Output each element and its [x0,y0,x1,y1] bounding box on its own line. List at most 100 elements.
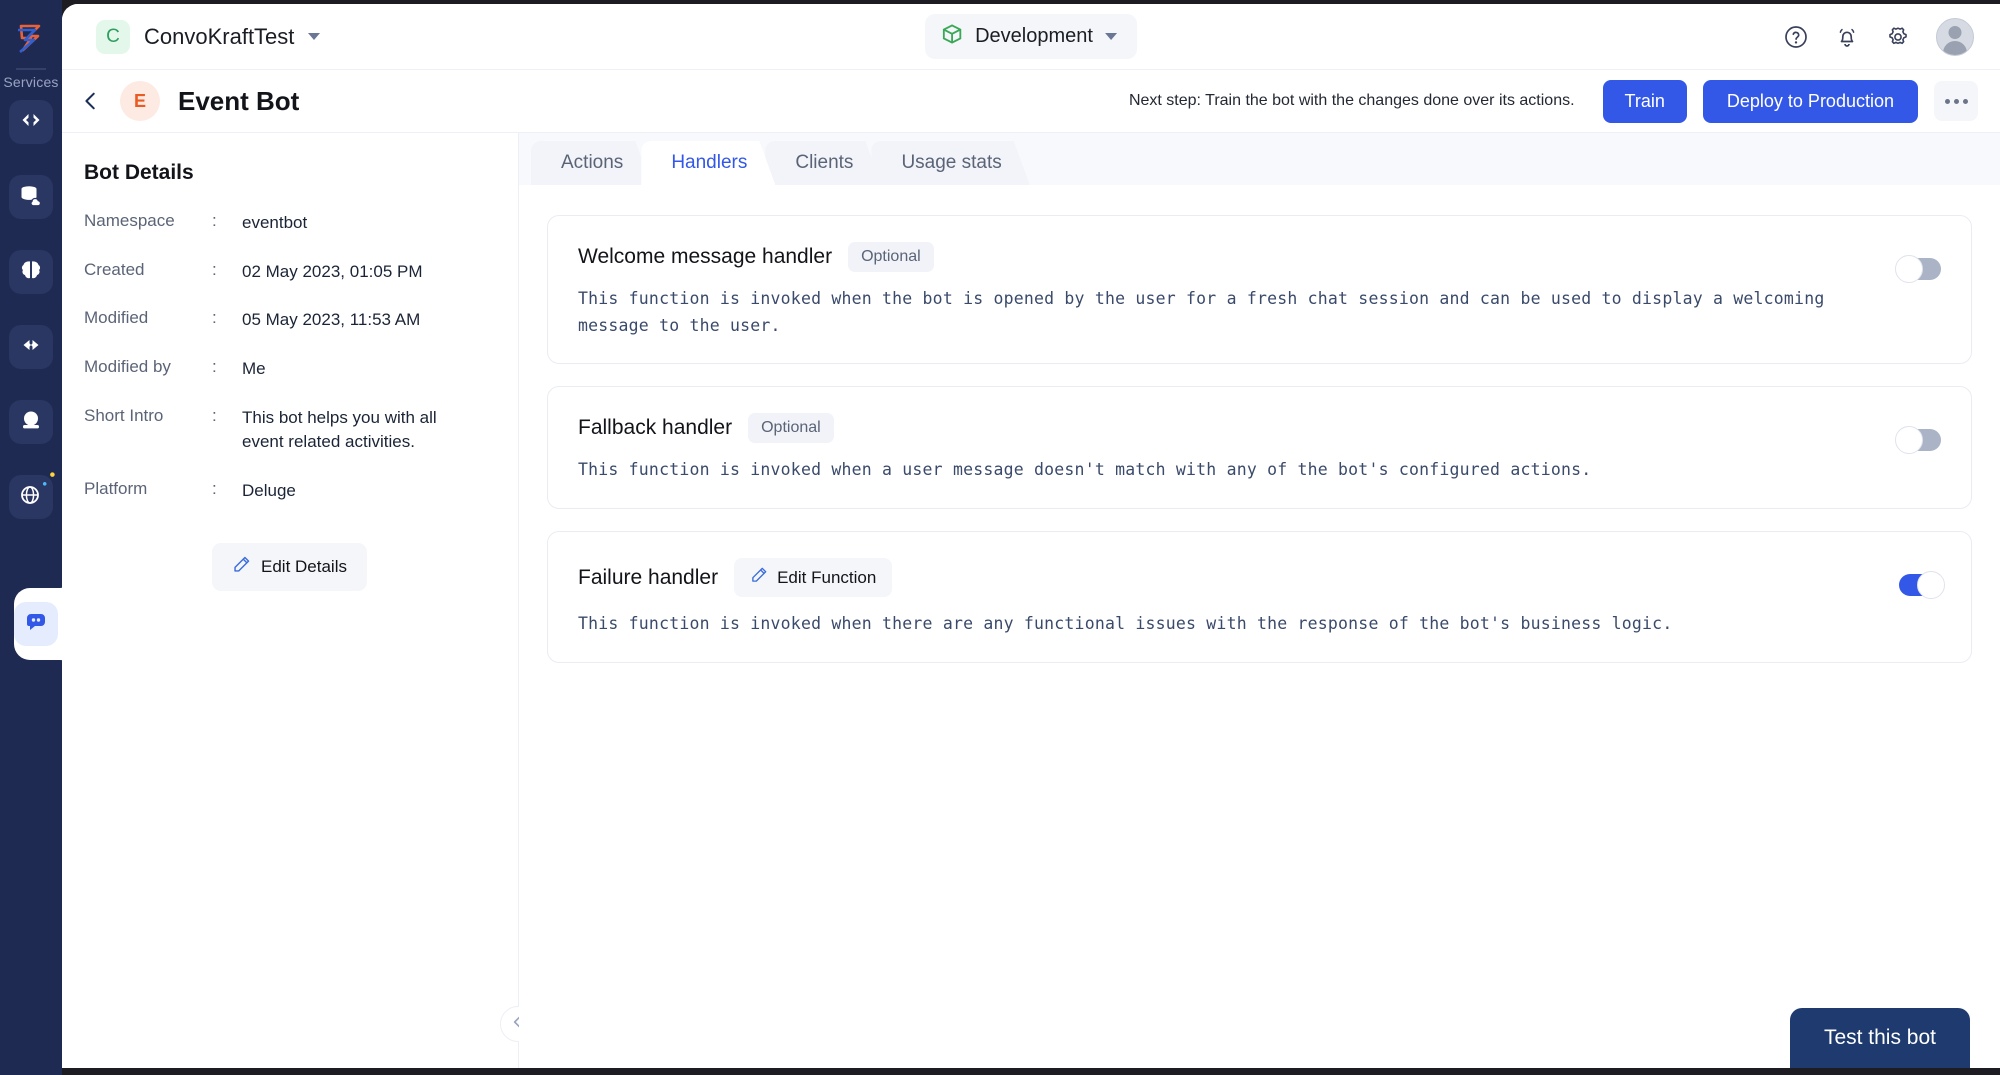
detail-value: 02 May 2023, 01:05 PM [242,260,423,285]
detail-value: Me [242,357,266,382]
bot-details-panel: Bot Details Namespace : eventbot Created… [62,133,519,1068]
sidebar-item-predictions[interactable] [9,400,53,444]
status-badge: Optional [748,413,834,443]
toggle-knob [1895,255,1923,283]
pencil-icon [232,555,251,579]
status-badge: Optional [848,242,934,272]
active-item-chip [14,602,58,646]
tab-label: Handlers [671,152,747,174]
handler-title-row: Fallback handler Optional [578,413,1875,443]
left-rail: Services [0,0,62,1075]
convokraft-logo-icon[interactable] [8,14,54,62]
detail-colon: : [212,357,242,377]
pencil-icon [750,566,768,589]
rail-divider [16,68,46,70]
detail-label: Modified by [84,357,212,377]
tab-clients[interactable]: Clients [765,141,881,185]
handler-card-failure: Failure handler Edit Function [547,531,1972,663]
edit-details-button[interactable]: Edit Details [212,543,367,591]
top-bar: C ConvoKraftTest Development [62,4,2000,70]
page-body: Bot Details Namespace : eventbot Created… [62,133,2000,1068]
detail-label: Short Intro [84,406,212,426]
handler-card-body: Welcome message handler Optional This fu… [578,242,1875,339]
chat-bubble-icon [23,609,49,640]
handler-card-body: Fallback handler Optional This function … [578,413,1875,484]
content-area: Actions Handlers Clients Usage stats [519,133,2000,1068]
handlers-panel: Welcome message handler Optional This fu… [519,185,2000,1068]
tab-actions[interactable]: Actions [531,141,651,185]
edit-details-label: Edit Details [261,557,347,577]
bell-icon[interactable] [1834,24,1860,50]
database-cloud-icon [18,182,44,213]
detail-value: This bot helps you with all event relate… [242,406,482,455]
detail-row-created: Created : 02 May 2023, 01:05 PM [84,260,518,285]
toggle-knob [1895,426,1923,454]
handler-description: This function is invoked when a user mes… [578,457,1873,484]
sidebar-item-datastore[interactable] [9,175,53,219]
globe-sparkle-icon [18,482,44,513]
tab-label: Clients [795,152,853,174]
page-title: Event Bot [178,86,299,117]
handler-toggle-welcome[interactable] [1899,258,1941,280]
deploy-to-production-button[interactable]: Deploy to Production [1703,80,1918,123]
sidebar-item-bots[interactable] [0,588,62,660]
tab-usage-stats[interactable]: Usage stats [871,141,1029,185]
rail-services-label: Services [3,74,58,90]
next-step-message: Next step: Train the bot with the change… [1129,92,1575,110]
handler-toggle-failure[interactable] [1899,574,1941,596]
chevron-down-icon [1105,33,1117,40]
handler-title: Welcome message handler [578,245,832,269]
org-switcher[interactable]: C ConvoKraftTest [96,20,320,54]
screen: Services [0,0,2000,1075]
page-header-actions: Next step: Train the bot with the change… [1129,80,1978,123]
detail-row-namespace: Namespace : eventbot [84,211,518,236]
handler-title-row: Welcome message handler Optional [578,242,1875,272]
sidebar-item-code[interactable] [9,100,53,144]
train-button[interactable]: Train [1603,80,1687,123]
tab-label: Usage stats [901,152,1001,174]
help-circle-icon[interactable] [1783,24,1809,50]
sidebar-item-genai[interactable] [9,475,53,519]
link-nodes-icon [18,332,44,363]
org-badge: C [96,20,130,54]
avatar[interactable] [1936,18,1974,56]
back-button[interactable] [78,88,104,114]
detail-value: eventbot [242,211,307,236]
environment-label: Development [975,25,1093,48]
handler-card-welcome: Welcome message handler Optional This fu… [547,215,1972,364]
test-this-bot-button[interactable]: Test this bot [1790,1008,1970,1068]
topbar-actions [1783,18,1974,56]
detail-label: Platform [84,479,212,499]
detail-colon: : [212,479,242,499]
handler-toggle-fallback[interactable] [1899,429,1941,451]
detail-value: Deluge [242,479,296,504]
tab-label: Actions [561,152,623,174]
detail-row-platform: Platform : Deluge [84,479,518,504]
chevron-down-icon [308,33,320,40]
detail-row-short-intro: Short Intro : This bot helps you with al… [84,406,518,455]
detail-label: Namespace [84,211,212,231]
tab-bar: Actions Handlers Clients Usage stats [519,133,2000,185]
detail-colon: : [212,406,242,426]
tab-handlers[interactable]: Handlers [641,141,775,185]
handler-title: Failure handler [578,566,718,590]
detail-colon: : [212,308,242,328]
sidebar-item-ai[interactable] [9,250,53,294]
crystal-ball-icon [18,407,44,438]
sidebar-item-integrations[interactable] [9,325,53,369]
detail-label: Modified [84,308,212,328]
detail-colon: : [212,211,242,231]
handler-title-row: Failure handler Edit Function [578,558,1875,597]
bot-avatar: E [120,81,160,121]
edit-function-button[interactable]: Edit Function [734,558,892,597]
toggle-knob [1917,571,1945,599]
detail-colon: : [212,260,242,280]
app-shell: C ConvoKraftTest Development [62,4,2000,1068]
environment-selector[interactable]: Development [925,14,1137,59]
edit-function-label: Edit Function [777,568,876,588]
code-brackets-icon [18,107,44,138]
brain-icon [18,257,44,288]
handler-description: This function is invoked when the bot is… [578,286,1873,339]
more-options-button[interactable] [1934,81,1978,121]
gear-icon[interactable] [1885,24,1911,50]
